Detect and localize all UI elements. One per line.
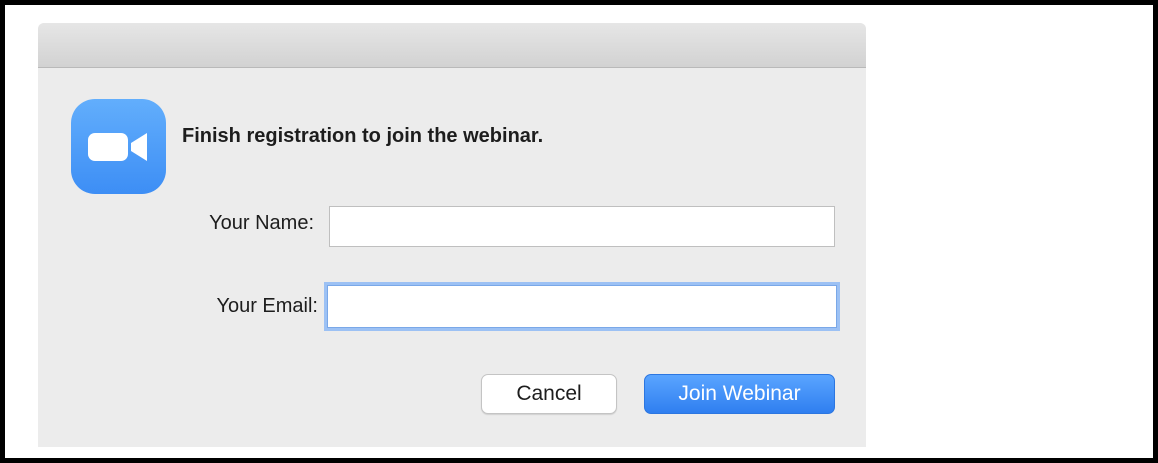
zoom-video-camera-icon [71,99,166,194]
dialog-heading: Finish registration to join the webinar. [182,125,544,147]
join-webinar-button[interactable]: Join Webinar [644,374,835,414]
name-input[interactable] [329,206,835,247]
window-title-bar[interactable] [38,23,866,68]
email-label: Your Email: [216,295,318,317]
registration-dialog: Finish registration to join the webinar.… [38,23,866,447]
email-input[interactable] [327,285,837,328]
cancel-button[interactable]: Cancel [481,374,617,414]
screenshot-frame: Finish registration to join the webinar.… [0,0,1158,463]
name-label: Your Name: [209,212,314,234]
